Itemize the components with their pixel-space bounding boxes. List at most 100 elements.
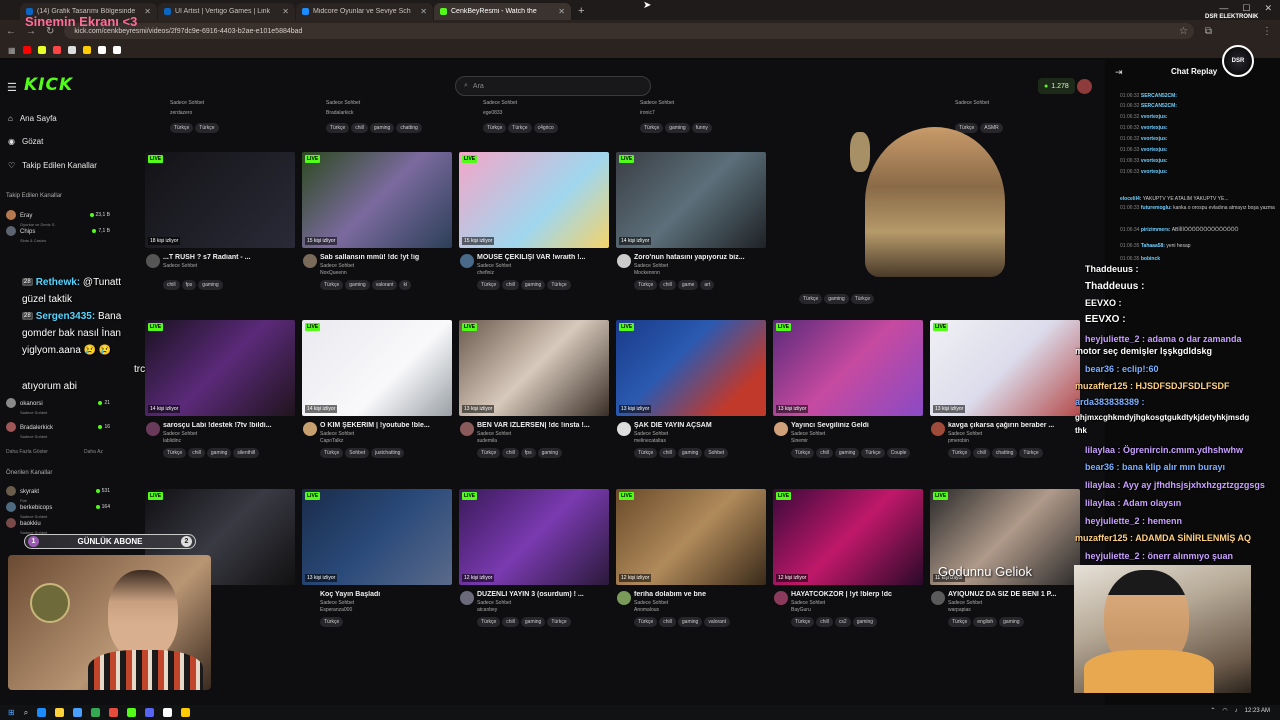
stream-thumbnail[interactable]: LIVE 15 kişi izliyor [459,152,609,248]
tag-chip[interactable]: silenthill [233,448,260,458]
stream-thumbnail[interactable]: LIVE 18 kişi izliyor [145,152,295,248]
taskbar-app-icon[interactable] [145,708,155,717]
suggested-channel[interactable]: baokkiu Sadece Sohbet [6,516,110,535]
tag-chip[interactable]: Türkçe [948,617,972,627]
stream-category[interactable]: Sadece Sohbet [320,431,354,437]
streamer-avatar[interactable] [931,422,945,436]
tag-chip[interactable]: chatting [396,123,422,133]
tag-chip[interactable]: chill [659,448,676,458]
bookmark-star-icon[interactable]: ☆ [1179,26,1188,37]
tag-chip[interactable]: Couple [886,448,911,458]
bookmark-icon[interactable] [52,46,61,54]
streamer-avatar[interactable] [146,254,160,268]
tag-chip[interactable]: Türkçe [547,280,571,290]
stream-title[interactable]: Sab sallansın mmü! !dc !yt !ig [320,254,452,261]
browser-tab[interactable]: CenkBeyResmi - Watch the ✕ [434,3,571,20]
taskbar-app-icon[interactable] [109,708,119,717]
stream-thumbnail[interactable]: LIVE 11 kişi izliyor Godunnu Geliok [930,489,1080,585]
tag-chip[interactable]: chill [816,617,833,627]
chat-username[interactable]: pirizimmers: [1141,227,1171,233]
streamer-avatar[interactable] [617,422,631,436]
tag-chip[interactable]: Sohbet [345,448,370,458]
sidebar-channel[interactable]: Chips Slots & Casino 7,1 B [6,224,110,243]
sidebar-channel[interactable]: Bradalerkick Sadece Sohbet 16 [6,420,110,439]
chat-username[interactable]: vvortexjus: [1141,125,1168,131]
chat-username[interactable]: vvortexjus: [1141,158,1168,164]
tag-chip[interactable]: gaming [824,294,849,304]
streamer-name[interactable]: BayGuru [791,607,811,613]
stream-category[interactable]: Sadece Sohbet [791,431,825,437]
tag-chip[interactable]: chill [659,280,676,290]
stream-category[interactable]: Sadece Sohbet [948,431,982,437]
user-avatar[interactable] [1077,79,1092,94]
nav-following[interactable]: ♡ Takip Edilen Kanallar [8,161,97,170]
wifi-icon[interactable]: ◠ [1222,707,1227,714]
streamer-name[interactable]: chefiniz [477,270,494,276]
kicks-balance[interactable]: ● 1.278 [1038,78,1075,94]
tab-close-icon[interactable]: ✕ [558,7,565,16]
tab-close-icon[interactable]: ✕ [282,7,289,16]
tag-chip[interactable]: Türkçe [791,448,815,458]
streamer-name[interactable]: pmerobin [948,438,969,444]
tag-chip[interactable]: valorant [704,617,731,627]
tag-chip[interactable]: art [700,280,715,290]
tag-chip[interactable]: gaming [677,617,703,627]
stream-thumbnail[interactable]: LIVE 14 kişi izliyor [302,320,452,416]
tag-chip[interactable]: chill [816,448,833,458]
stream-title[interactable]: sarosçu Labi !destek !7tv !bildi... [163,422,295,429]
tag-chip[interactable]: Türkçe [163,448,187,458]
tag-chip[interactable]: gaming [198,280,223,290]
stream-category[interactable]: Sadece Sohbet [634,600,668,606]
chat-username[interactable]: SERCAN52CM: [1141,103,1177,109]
streamer-avatar[interactable] [460,422,474,436]
stream-category[interactable]: Sadece Sohbet [477,263,511,269]
streamer-name[interactable]: sudemila [477,438,497,444]
tag-chip[interactable]: Türkçe [326,123,350,133]
tag-chip[interactable]: Türkçe [634,280,658,290]
taskbar-app-icon[interactable] [37,708,47,717]
streamer-name[interactable]: lablidinc [163,438,181,444]
new-tab-button[interactable]: + [578,5,584,17]
stream-category[interactable]: Sadece Sohbet [163,431,197,437]
tag-chip[interactable]: Türkçe [477,280,501,290]
tag-chip[interactable]: Türkçe [483,123,507,133]
tag-chip[interactable]: Türkçe [948,448,972,458]
extensions-icon[interactable]: ⧉ [1205,26,1212,37]
stream-category[interactable]: Sadece Sohbet [320,263,354,269]
chat-username[interactable]: SERCAN52CM: [1141,93,1177,99]
bookmark-icon[interactable] [112,46,121,54]
streamer-name[interactable]: atcanbey [477,607,497,613]
tray-chevron-icon[interactable]: ⌃ [1210,707,1215,714]
tag-chip[interactable]: c4grico [533,123,558,133]
minimize-icon[interactable]: — [1219,3,1228,14]
menu-dots-icon[interactable]: ⋮ [1262,26,1272,37]
stream-thumbnail[interactable]: LIVE 15 kişi izliyor [302,152,452,248]
tag-chip[interactable]: chill [973,448,990,458]
collapse-chat-icon[interactable]: ⇥ [1115,67,1123,78]
streamer-avatar[interactable] [774,591,788,605]
streamer-avatar[interactable] [303,254,317,268]
stream-thumbnail[interactable]: LIVE 14 kişi izliyor [145,320,295,416]
tag-chip[interactable]: valorant [371,280,398,290]
show-more-link[interactable]: Daha Fazla Göster [6,449,48,455]
bookmark-icon[interactable] [67,46,76,54]
chat-username[interactable]: elocelil4: [1120,196,1141,202]
show-less-link[interactable]: Daha Az [84,449,103,455]
stream-title[interactable]: HAYATCOKZOR | !yt !blerp !dc [791,591,923,598]
search-input[interactable]: ⌕ Ara [455,76,651,96]
featured-stream-player[interactable] [790,112,1094,284]
streamer-name[interactable]: NoxQueenn [320,270,347,276]
close-window-icon[interactable]: ✕ [1264,3,1272,14]
tag-chip[interactable]: chill [502,280,519,290]
streamer-avatar[interactable] [146,422,160,436]
stream-thumbnail[interactable]: LIVE 13 kişi izliyor [459,320,609,416]
tag-chip[interactable]: Sohbet [704,448,729,458]
maximize-icon[interactable]: ☐ [1242,3,1250,14]
stream-title[interactable]: Koç Yayın Başladı [320,591,452,598]
tag-chip[interactable]: gaming [665,123,690,133]
tag-chip[interactable]: fps [181,280,197,290]
tag-chip[interactable]: chatting [991,448,1018,458]
tag-chip[interactable]: fps [520,448,536,458]
tag-chip[interactable]: gaming [520,617,546,627]
tag-chip[interactable]: Türkçe [1019,448,1043,458]
